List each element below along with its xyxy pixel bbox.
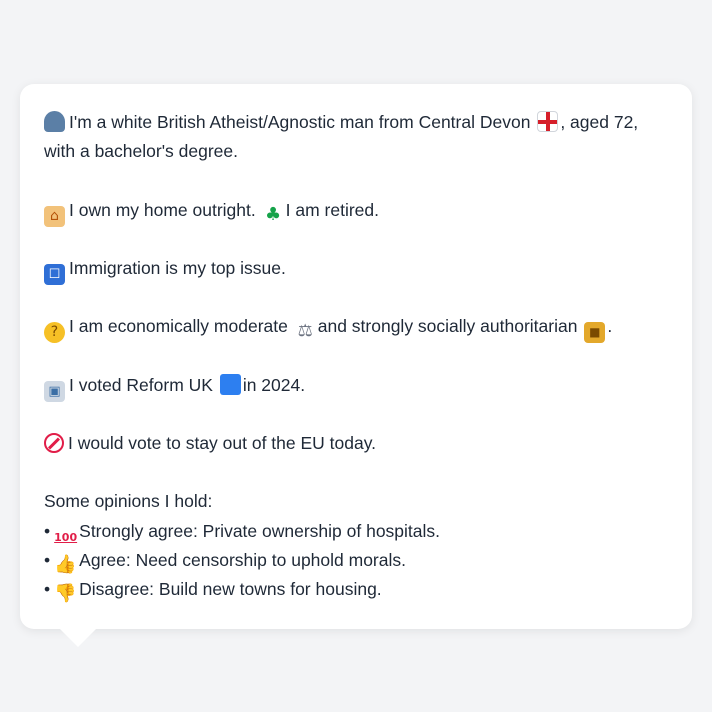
opinion-text: Strongly agree: Private ownership of hos… <box>79 520 441 541</box>
eu-text: I would vote to stay out of the EU today… <box>68 433 377 454</box>
prohibited-icon <box>44 433 64 454</box>
ideology-line: ? I am economically moderate ⚖ and strongl… <box>44 312 668 344</box>
opinion-text: Agree: Need censorship to uphold morals. <box>79 549 406 570</box>
thumbs-down-icon: 👎 <box>54 583 77 604</box>
vote-year-text: in 2024. <box>242 374 306 395</box>
persona-card: I'm a white British Atheist/Agnostic man… <box>20 84 692 647</box>
home-line: ⌂ I own my home outright. ♣ I am retired. <box>44 196 668 227</box>
balance-scale-icon: ⚖ <box>297 321 313 342</box>
vote-line: ▣ I voted Reform UK in 2024. <box>44 371 668 402</box>
intro-text: I'm a white British Atheist/Agnostic man… <box>69 112 531 132</box>
intro-line-2: with a bachelor's degree. <box>44 141 239 162</box>
opinion-text: Disagree: Build new towns for housing. <box>79 579 382 599</box>
thinking-face-icon: ? <box>44 322 65 344</box>
bullet: • <box>44 520 51 541</box>
bullet: • <box>44 549 51 570</box>
social-text: and strongly socially authoritarian <box>317 316 578 337</box>
house-icon: ⌂ <box>44 205 65 227</box>
speech-bubble-tail <box>60 629 96 647</box>
thumbs-up-icon: 👍 <box>54 553 77 575</box>
england-flag-icon <box>537 111 559 132</box>
passport-control-icon: ☐ <box>44 263 65 285</box>
opinions-heading: Some opinions I hold: <box>44 491 213 512</box>
issue-line: ☐ Immigration is my top issue. <box>44 254 668 285</box>
eu-line: I would vote to stay out of the EU today… <box>44 429 668 458</box>
padlock-icon: ■ <box>584 322 606 344</box>
opinion-item: • 👎 Disagree: Build new towns for housing. <box>44 575 668 604</box>
intro-line-1: I'm a white British Atheist/Agnostic man… <box>44 108 668 137</box>
opinion-item: • 100 Strongly agree: Private ownership of… <box>44 517 668 546</box>
opinion-item: • 👍 Agree: Need censorship to uphold moral… <box>44 546 668 575</box>
intro-age-text: , aged 72, <box>560 112 639 132</box>
issue-text: Immigration is my top issue. <box>69 257 286 278</box>
person-silhouette-icon <box>44 111 65 132</box>
econ-text: I am economically moderate <box>69 316 288 337</box>
ballot-box-icon: ▣ <box>44 380 65 402</box>
vote-text: I voted Reform UK <box>69 374 213 395</box>
retired-text: I am retired. <box>285 199 379 220</box>
hundred-points-icon: 100 <box>54 530 78 544</box>
bullet: • <box>44 579 51 599</box>
blue-square-icon <box>219 373 241 395</box>
home-text: I own my home outright. <box>69 199 256 220</box>
ideology-period: . <box>607 316 613 337</box>
palm-tree-icon: ♣ <box>265 203 282 225</box>
